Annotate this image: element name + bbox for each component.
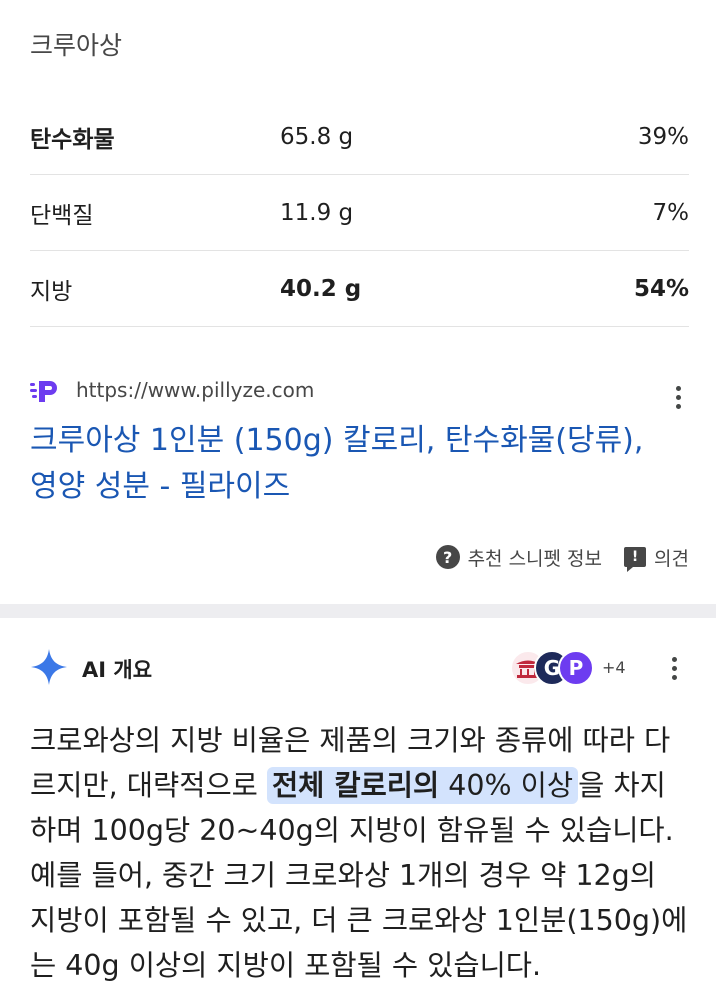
about-snippet-label: 추천 스니펫 정보 <box>467 547 603 570</box>
more-vert-icon[interactable] <box>666 382 690 412</box>
more-vert-icon[interactable] <box>662 653 686 683</box>
help-icon: ? <box>435 545 460 569</box>
nutrient-name: 탄수화물 <box>30 126 115 153</box>
ai-overview: AI 개요 G P +4 크로와상의 지방 비율은 제품의 크기와 종류에 따라… <box>0 618 716 1003</box>
snippet-meta: ? 추천 스니펫 정보 ! 의견 <box>435 540 689 574</box>
sparkle-icon <box>31 649 67 685</box>
highlight-rest: 40% 이상 <box>439 769 574 802</box>
table-row: 단백질 11.9 g 7% <box>30 175 689 251</box>
highlighted-phrase: 전체 칼로리의 40% 이상 <box>266 767 579 804</box>
nutrient-amount: 11.9 g <box>280 199 354 226</box>
source-url[interactable]: https://www.pillyze.com <box>76 376 314 404</box>
source-avatars[interactable]: G P +4 <box>510 648 650 688</box>
feedback-label: 의견 <box>654 547 689 570</box>
section-divider <box>0 604 716 618</box>
nutrition-table: 탄수화물 65.8 g 39% 단백질 11.9 g 7% 지방 40.2 g … <box>30 99 689 327</box>
nutrient-amount: 40.2 g <box>280 275 362 302</box>
feedback-icon: ! <box>624 547 647 572</box>
nutrient-percent: 54% <box>633 275 689 302</box>
food-title: 크루아상 <box>30 31 123 60</box>
nutrient-percent: 7% <box>652 199 690 226</box>
pillyze-p-icon <box>30 381 57 402</box>
result-title-link[interactable]: 크루아상 1인분 (150g) 칼로리, 탄수화물(당류), 영양 성분 - 필… <box>30 418 670 510</box>
ai-overview-title: AI 개요 <box>82 658 153 682</box>
source-row: https://www.pillyze.com <box>30 376 690 409</box>
ai-overview-header: AI 개요 G P +4 <box>30 648 690 688</box>
table-row: 지방 40.2 g 54% <box>30 251 689 327</box>
nutrient-name: 지방 <box>30 278 73 305</box>
feedback-button[interactable]: ! 의견 <box>624 544 689 572</box>
nutrient-amount: 65.8 g <box>280 123 354 150</box>
source-count: +4 <box>602 658 626 677</box>
source-avatar-p-icon: P <box>558 650 594 686</box>
about-snippet-button[interactable]: ? 추천 스니펫 정보 <box>435 544 603 571</box>
nutrient-name: 단백질 <box>30 202 94 229</box>
highlight-bold: 전체 칼로리의 <box>271 769 440 802</box>
featured-snippet-card: 크루아상 탄수화물 65.8 g 39% 단백질 11.9 g 7% 지방 40… <box>0 0 716 604</box>
nutrient-percent: 39% <box>637 123 689 150</box>
table-row: 탄수화물 65.8 g 39% <box>30 99 689 175</box>
ai-overview-text: 크로와상의 지방 비율은 제품의 크기와 종류에 따라 다르지만, 대략적으로 … <box>30 718 690 988</box>
